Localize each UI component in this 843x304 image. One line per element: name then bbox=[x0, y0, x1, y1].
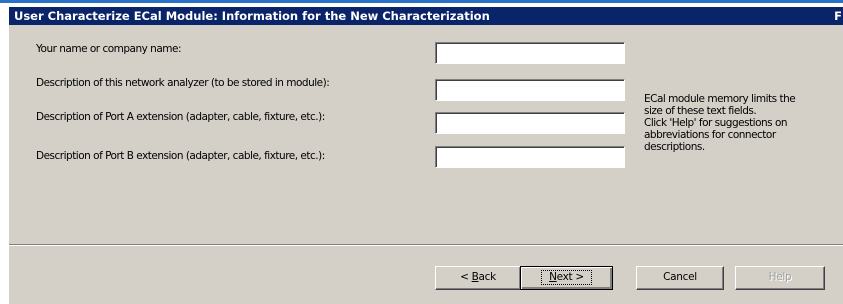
info-line: descriptions. bbox=[644, 141, 705, 153]
port-a-description-input[interactable] bbox=[435, 112, 625, 134]
button-area-separator bbox=[9, 244, 843, 246]
back-button-prefix: < bbox=[460, 271, 472, 283]
cancel-button[interactable]: Cancel bbox=[636, 266, 724, 290]
page-top-accent-line bbox=[0, 0, 843, 3]
port-b-description-label: Description of Port B extension (adapter… bbox=[36, 150, 325, 162]
dialog-title-bar[interactable]: User Characterize ECal Module: Informati… bbox=[9, 7, 843, 25]
back-button[interactable]: < Back bbox=[435, 266, 521, 290]
dialog-title: User Characterize ECal Module: Informati… bbox=[14, 9, 490, 23]
cancel-button-label: Cancel bbox=[663, 271, 697, 283]
next-button[interactable]: Next > bbox=[520, 266, 613, 290]
port-b-description-input[interactable] bbox=[435, 146, 625, 168]
memory-limit-info: ECal module memory limits the size of th… bbox=[644, 93, 843, 153]
back-button-label: ack bbox=[478, 271, 497, 283]
analyzer-description-label: Description of this network analyzer (to… bbox=[36, 77, 330, 89]
characterization-dialog: User Characterize ECal Module: Informati… bbox=[8, 6, 843, 304]
analyzer-description-input[interactable] bbox=[435, 79, 625, 101]
next-button-mnemonic: N bbox=[549, 271, 557, 283]
help-button-label: Help bbox=[768, 271, 792, 283]
info-line: abbreviations for connector bbox=[644, 129, 776, 141]
info-line: Click 'Help' for suggestions on bbox=[644, 117, 788, 129]
info-line: size of these text fields. bbox=[644, 105, 757, 117]
title-bar-clipped-char: F bbox=[834, 9, 842, 23]
port-a-description-label: Description of Port A extension (adapter… bbox=[36, 111, 325, 123]
next-button-label: ext > bbox=[556, 271, 585, 283]
name-field-label: Your name or company name: bbox=[36, 43, 182, 55]
next-button-focus-rect: Next > bbox=[541, 270, 592, 285]
info-line: ECal module memory limits the bbox=[644, 93, 796, 105]
name-input[interactable] bbox=[435, 42, 625, 64]
back-button-mnemonic: B bbox=[471, 271, 479, 283]
help-button[interactable]: Help bbox=[735, 266, 825, 290]
